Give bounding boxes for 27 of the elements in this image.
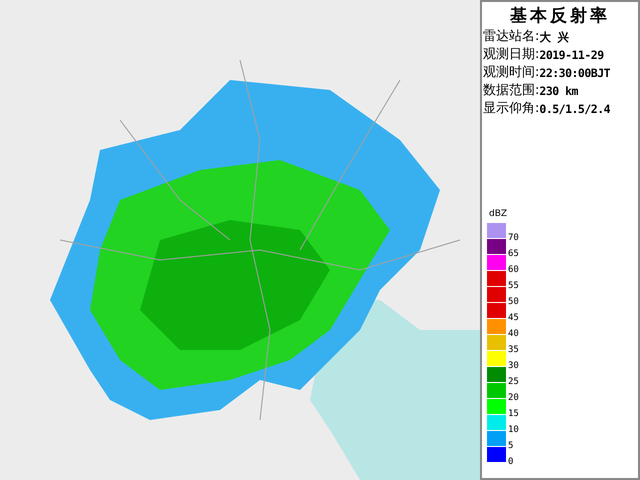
legend-value: 20 xyxy=(508,394,519,399)
legend-value: 45 xyxy=(508,314,519,319)
legend-value: 65 xyxy=(508,250,519,255)
panel-title: 基本反射率 xyxy=(509,5,611,28)
legend-value: 70 xyxy=(508,234,519,239)
legend-value: 0 xyxy=(508,458,514,463)
info-label: 数据范围: xyxy=(483,82,540,100)
info-value: 0.5/1.5/2.4 xyxy=(539,101,610,118)
info-label: 观测日期: xyxy=(483,46,540,64)
legend-value: 15 xyxy=(508,410,519,415)
info-value: 230 km xyxy=(539,83,578,100)
legend-value: 60 xyxy=(508,266,519,271)
info-label: 雷达站名: xyxy=(483,28,540,46)
info-value: 大 兴 xyxy=(539,29,569,46)
legend-value: 5 xyxy=(508,442,514,447)
info-label: 显示仰角: xyxy=(483,100,540,118)
legend-value: 50 xyxy=(508,298,519,303)
legend-value: 40 xyxy=(508,330,519,335)
info-value: 2019-11-29 xyxy=(539,47,604,64)
legend-value: 30 xyxy=(508,362,519,367)
legend-value: 55 xyxy=(508,282,519,287)
unit-label: dBZ xyxy=(489,208,508,220)
legend-value: 35 xyxy=(508,346,519,351)
legend-value: 10 xyxy=(508,426,519,431)
legend-value: 25 xyxy=(508,378,519,383)
info-value: 22:30:00BJT xyxy=(539,65,610,82)
info-label: 观测时间: xyxy=(483,64,540,82)
